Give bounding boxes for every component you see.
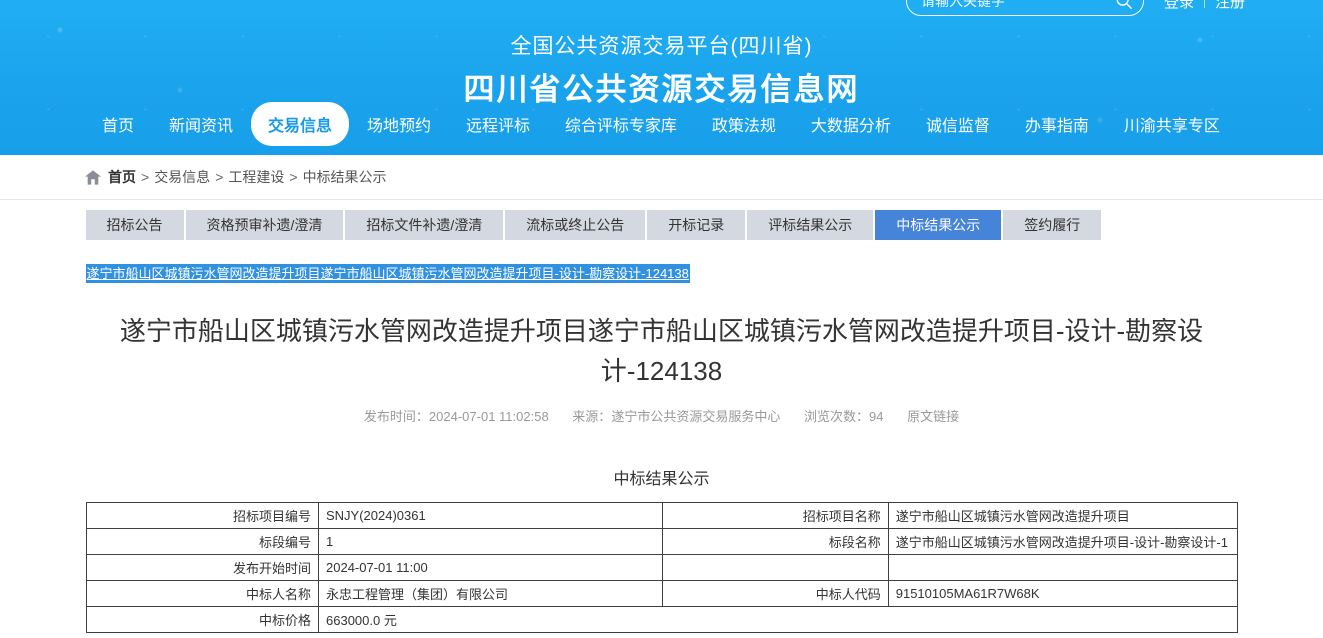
source-value: 遂宁市公共资源交易服务中心 bbox=[611, 409, 780, 424]
cell-section-name-value: 遂宁市船山区城镇污水管网改造提升项目-设计-勘察设计-1 bbox=[888, 529, 1237, 555]
tab-contract-performance[interactable]: 签约履行 bbox=[1003, 210, 1101, 240]
login-link[interactable]: 登录 bbox=[1164, 0, 1194, 12]
cell-project-code-label: 招标项目编号 bbox=[86, 503, 319, 529]
cell-winner-name-label: 中标人名称 bbox=[86, 581, 319, 607]
tab-bid-opening-record[interactable]: 开标记录 bbox=[647, 210, 745, 240]
tab-award-result[interactable]: 中标结果公示 bbox=[875, 210, 1001, 240]
cell-winner-code-value: 91510105MA61R7W68K bbox=[888, 581, 1237, 607]
cell-publish-start-value: 2024-07-01 11:00 bbox=[319, 555, 663, 581]
cell-project-code-value: SNJY(2024)0361 bbox=[319, 503, 663, 529]
cell-project-name-label: 招标项目名称 bbox=[663, 503, 889, 529]
nav-item-expert-pool[interactable]: 综合评标专家库 bbox=[548, 102, 694, 146]
selected-link-row: 遂宁市船山区城镇污水管网改造提升项目遂宁市船山区城镇污水管网改造提升项目-设计-… bbox=[86, 263, 1238, 283]
search-box[interactable] bbox=[906, 0, 1144, 16]
table-row: 中标价格 663000.0 元 bbox=[86, 607, 1237, 633]
site-titles: 全国公共资源交易平台(四川省) 四川省公共资源交易信息网 bbox=[0, 0, 1323, 109]
nav-item-remote-evaluation[interactable]: 远程评标 bbox=[449, 102, 547, 146]
views-value: 94 bbox=[869, 409, 883, 424]
tab-tender-doc-addendum[interactable]: 招标文件补遗/澄清 bbox=[345, 210, 503, 240]
cell-empty-value bbox=[888, 555, 1237, 581]
nav-item-big-data[interactable]: 大数据分析 bbox=[794, 102, 908, 146]
topbar: 登录 注册 bbox=[906, 0, 1245, 16]
search-icon[interactable] bbox=[1115, 0, 1133, 10]
cell-publish-start-label: 发布开始时间 bbox=[86, 555, 319, 581]
cell-winner-name-value: 永忠工程管理（集团）有限公司 bbox=[319, 581, 663, 607]
nav-item-news[interactable]: 新闻资讯 bbox=[152, 102, 250, 146]
breadcrumb-award-result[interactable]: 中标结果公示 bbox=[303, 167, 387, 187]
tab-failed-or-terminated[interactable]: 流标或终止公告 bbox=[505, 210, 645, 240]
cell-empty-label bbox=[663, 555, 889, 581]
nav-item-chuanyu-zone[interactable]: 川渝共享专区 bbox=[1107, 102, 1237, 146]
table-row: 发布开始时间 2024-07-01 11:00 bbox=[86, 555, 1237, 581]
nav-item-venue-booking[interactable]: 场地预约 bbox=[350, 102, 448, 146]
auth-divider bbox=[1204, 0, 1205, 8]
cell-section-code-label: 标段编号 bbox=[86, 529, 319, 555]
nav-item-policies[interactable]: 政策法规 bbox=[695, 102, 793, 146]
category-tabs: 招标公告 资格预审补遗/澄清 招标文件补遗/澄清 流标或终止公告 开标记录 评标… bbox=[86, 210, 1238, 240]
cell-winner-code-label: 中标人代码 bbox=[663, 581, 889, 607]
award-result-table: 招标项目编号 SNJY(2024)0361 招标项目名称 遂宁市船山区城镇污水管… bbox=[86, 502, 1238, 633]
breadcrumb-engineering[interactable]: 工程建设 bbox=[228, 167, 284, 187]
tab-prequalification-addendum[interactable]: 资格预审补遗/澄清 bbox=[186, 210, 344, 240]
breadcrumb-separator: > bbox=[289, 169, 297, 185]
page-title: 遂宁市船山区城镇污水管网改造提升项目遂宁市船山区城镇污水管网改造提升项目-设计-… bbox=[86, 311, 1238, 391]
table-row: 中标人名称 永忠工程管理（集团）有限公司 中标人代码 91510105MA61R… bbox=[86, 581, 1237, 607]
nav-item-guide[interactable]: 办事指南 bbox=[1008, 102, 1106, 146]
cell-project-name-value: 遂宁市船山区城镇污水管网改造提升项目 bbox=[888, 503, 1237, 529]
search-input[interactable] bbox=[921, 0, 1115, 9]
nav-item-trade-info[interactable]: 交易信息 bbox=[251, 102, 349, 146]
tab-evaluation-result[interactable]: 评标结果公示 bbox=[747, 210, 873, 240]
tab-tender-announcement[interactable]: 招标公告 bbox=[86, 210, 184, 240]
views-label: 浏览次数： bbox=[804, 409, 869, 424]
main-nav: 首页 新闻资讯 交易信息 场地预约 远程评标 综合评标专家库 政策法规 大数据分… bbox=[85, 102, 1237, 146]
cell-section-name-label: 标段名称 bbox=[663, 529, 889, 555]
section-title: 中标结果公示 bbox=[86, 465, 1238, 489]
nav-item-integrity[interactable]: 诚信监督 bbox=[909, 102, 1007, 146]
breadcrumb-separator: > bbox=[215, 169, 223, 185]
breadcrumb: 首页 > 交易信息 > 工程建设 > 中标结果公示 bbox=[0, 155, 1323, 200]
publish-time-value: 2024-07-01 11:02:58 bbox=[429, 409, 549, 424]
table-row: 招标项目编号 SNJY(2024)0361 招标项目名称 遂宁市船山区城镇污水管… bbox=[86, 503, 1237, 529]
nav-item-home[interactable]: 首页 bbox=[85, 102, 151, 146]
breadcrumb-home[interactable]: 首页 bbox=[108, 167, 136, 187]
cell-award-price-value: 663000.0 元 bbox=[319, 607, 1238, 633]
platform-subtitle: 全国公共资源交易平台(四川省) bbox=[0, 30, 1323, 60]
table-row: 标段编号 1 标段名称 遂宁市船山区城镇污水管网改造提升项目-设计-勘察设计-1 bbox=[86, 529, 1237, 555]
auth-links: 登录 注册 bbox=[1164, 0, 1245, 12]
result-item-link[interactable]: 遂宁市船山区城镇污水管网改造提升项目遂宁市船山区城镇污水管网改造提升项目-设计-… bbox=[86, 264, 690, 283]
cell-award-price-label: 中标价格 bbox=[86, 607, 319, 633]
content-container: 招标公告 资格预审补遗/澄清 招标文件补遗/澄清 流标或终止公告 开标记录 评标… bbox=[86, 210, 1238, 633]
register-link[interactable]: 注册 bbox=[1215, 0, 1245, 12]
original-link[interactable]: 原文链接 bbox=[907, 409, 959, 424]
breadcrumb-trade-info[interactable]: 交易信息 bbox=[154, 167, 210, 187]
source-label: 来源： bbox=[572, 409, 611, 424]
breadcrumb-separator: > bbox=[141, 169, 149, 185]
cell-section-code-value: 1 bbox=[319, 529, 663, 555]
home-icon[interactable] bbox=[85, 170, 101, 185]
publish-time-label: 发布时间： bbox=[364, 409, 429, 424]
article-meta: 发布时间：2024-07-01 11:02:58 来源：遂宁市公共资源交易服务中… bbox=[86, 406, 1238, 425]
site-header: 登录 注册 全国公共资源交易平台(四川省) 四川省公共资源交易信息网 首页 新闻… bbox=[0, 0, 1323, 155]
